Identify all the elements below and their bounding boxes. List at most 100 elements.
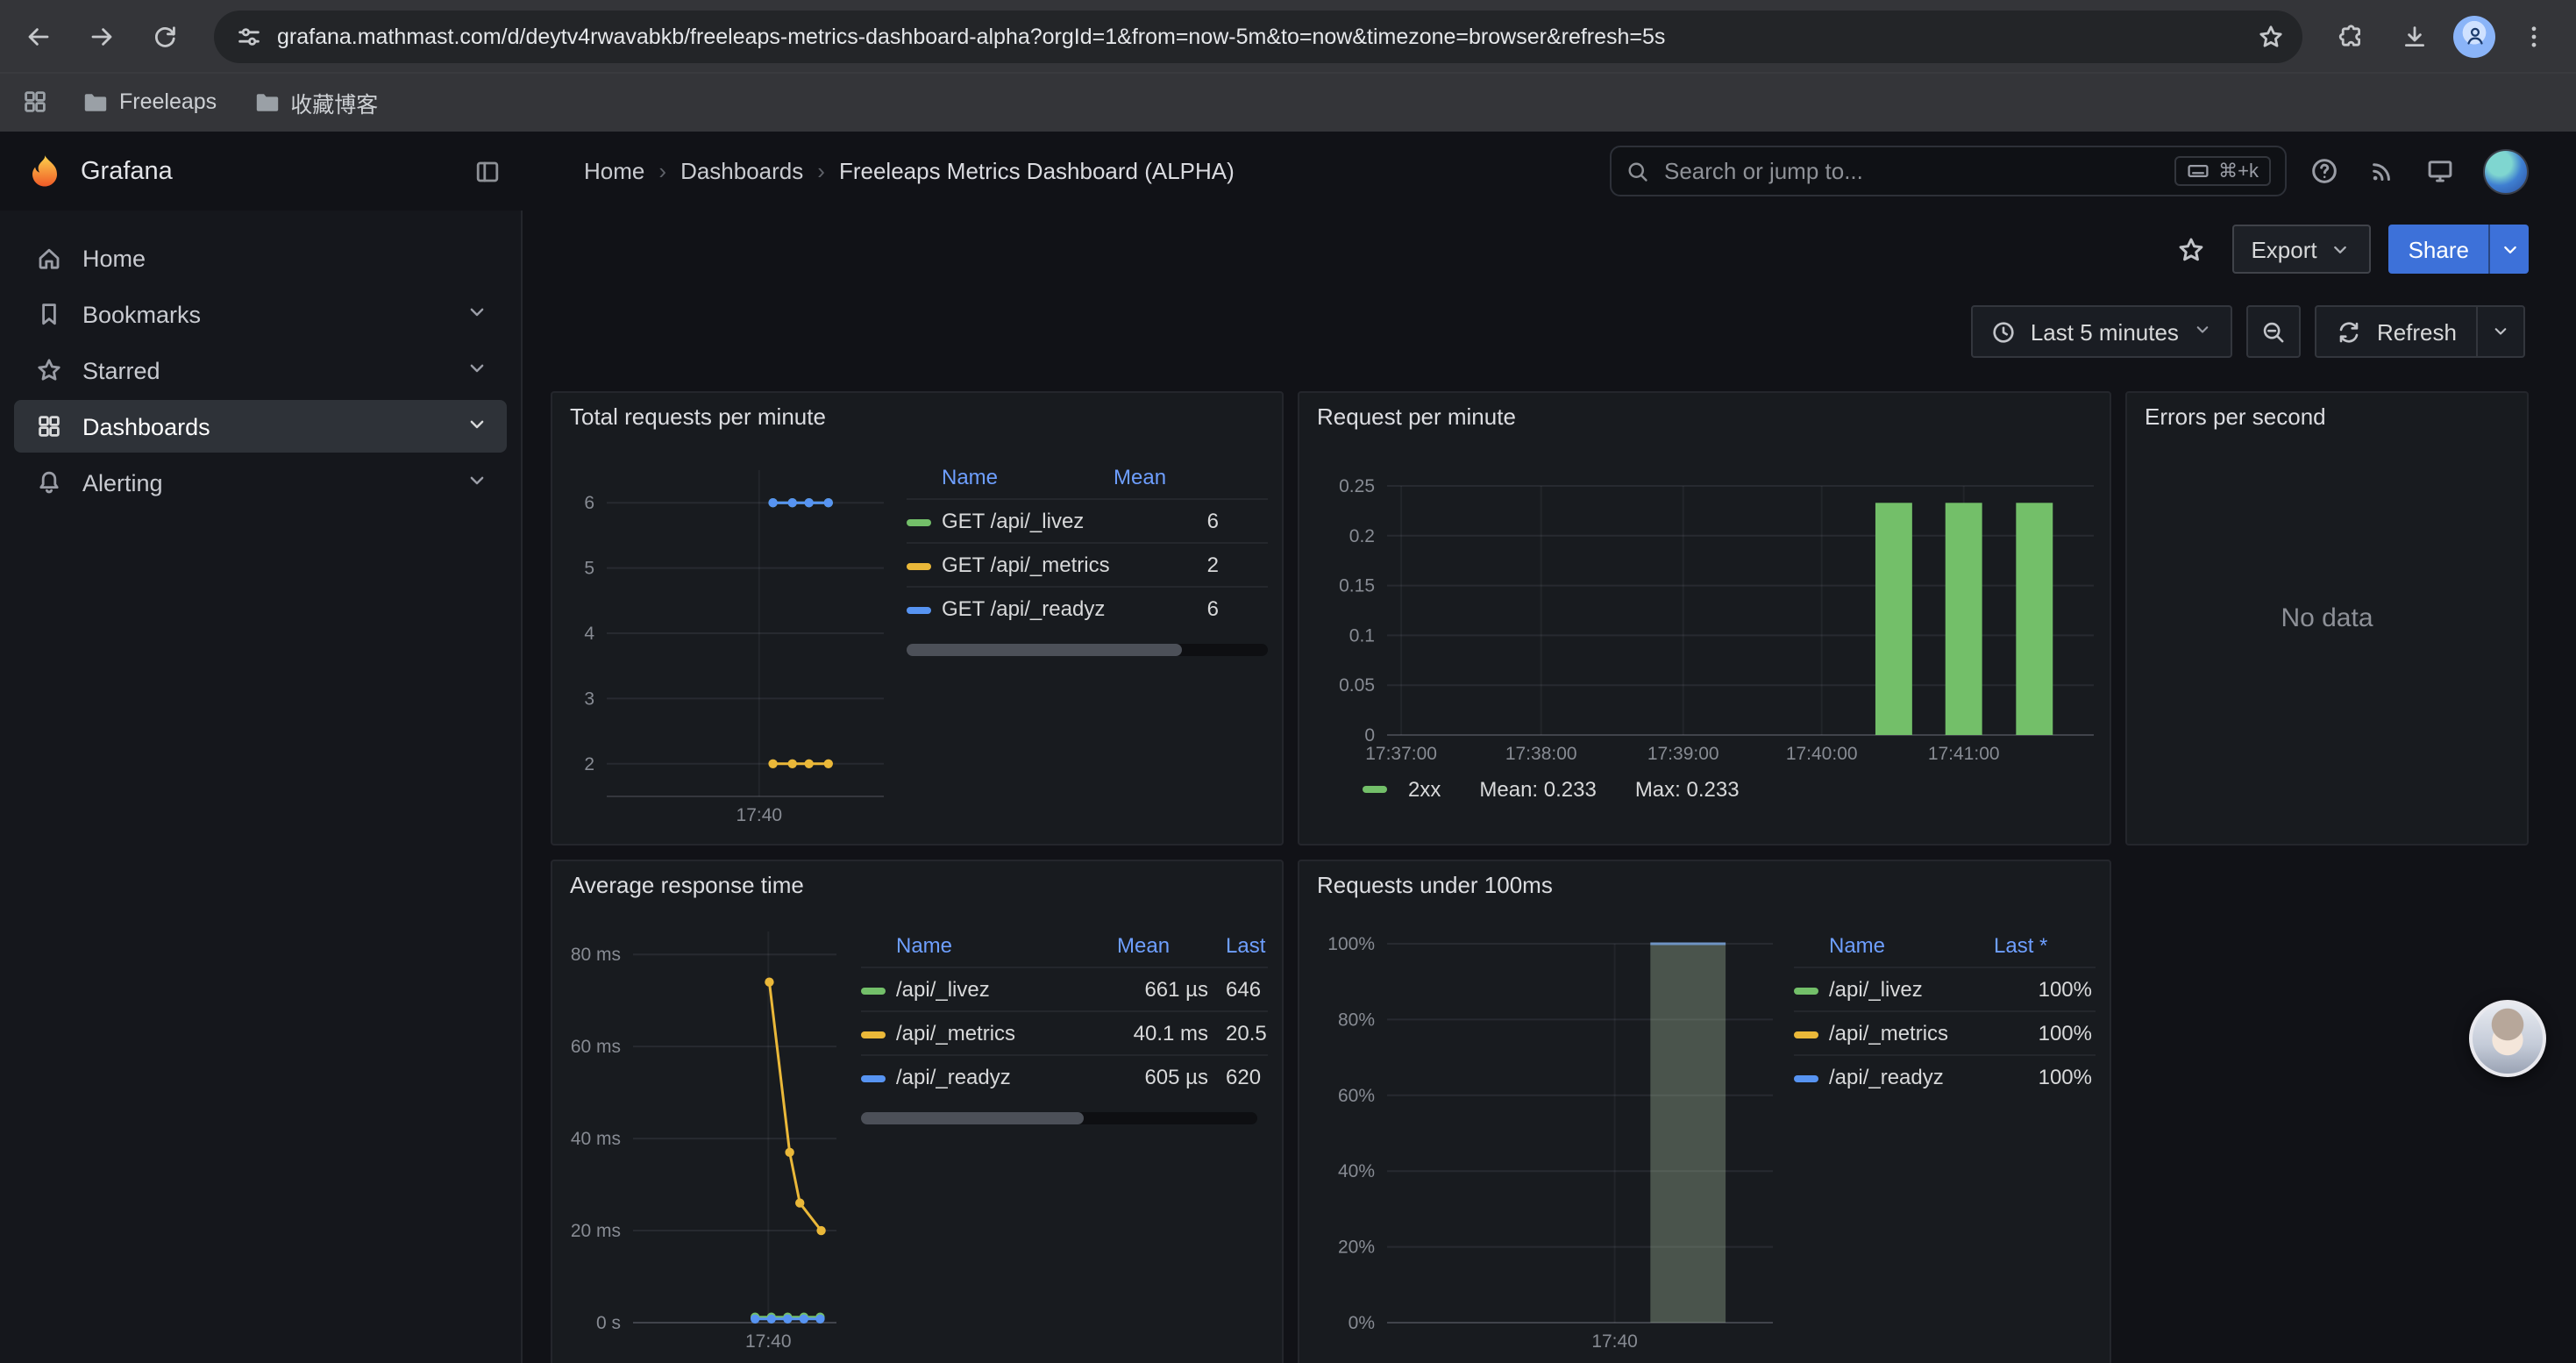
reload-button[interactable] (140, 11, 189, 61)
legend-item[interactable]: 2xx (1363, 777, 1441, 802)
sidebar-item-starred[interactable]: Starred (14, 344, 507, 396)
site-info-icon[interactable] (235, 22, 263, 50)
legend-scrollbar-thumb[interactable] (907, 644, 1181, 656)
panel-title[interactable]: Request per minute (1299, 393, 2110, 442)
legend-row[interactable]: /api/_readyz100% (1794, 1054, 2096, 1098)
sidebar-item-dashboards[interactable]: Dashboards (14, 400, 507, 453)
series-color-dash (861, 1075, 886, 1082)
legend-row[interactable]: /api/_metrics40.1 ms20.5 ms (861, 1010, 1268, 1054)
collapse-sidebar-icon[interactable] (473, 157, 502, 185)
help-icon[interactable] (2309, 156, 2339, 186)
browser-menu-button[interactable] (2509, 11, 2558, 61)
downloads-button[interactable] (2390, 11, 2439, 61)
keyboard-icon (2187, 160, 2210, 182)
sidebar-item-expand[interactable] (465, 467, 489, 497)
legend-column-header[interactable]: Last * (1208, 924, 1268, 967)
search-input[interactable]: Search or jump to... ⌘+k (1610, 146, 2287, 196)
share-button-main[interactable]: Share (2389, 225, 2488, 274)
monitor-icon[interactable] (2425, 156, 2455, 186)
panel-title[interactable]: Errors per second (2127, 393, 2527, 442)
time-series-chart[interactable]: 17:4065432 (566, 442, 893, 831)
breadcrumb-item[interactable]: Dashboards (680, 158, 803, 184)
legend-column-header[interactable]: Name (861, 924, 1117, 967)
panel-title[interactable]: Requests under 100ms (1299, 861, 2110, 910)
bar-chart[interactable]: 17:37:0017:38:0017:39:0017:40:0017:41:00… (1313, 442, 2103, 770)
refresh-button[interactable]: Refresh (2317, 307, 2476, 356)
series-color-dash (1363, 786, 1387, 793)
series-color-dash (1794, 1075, 1818, 1082)
star-icon (35, 356, 63, 384)
forward-arrow-icon (88, 22, 116, 50)
bookmark-label: Freeleaps (119, 89, 217, 114)
legend-row[interactable]: /api/_metrics100% (1794, 1010, 2096, 1054)
svg-text:5: 5 (584, 559, 594, 579)
svg-text:17:37:00: 17:37:00 (1365, 744, 1437, 764)
legend-row[interactable]: /api/_livez661 µs646 µs (861, 967, 1268, 1010)
assistant-avatar[interactable] (2469, 1000, 2546, 1077)
legend-row[interactable]: GET /api/_livez6 (907, 498, 1268, 542)
svg-text:20 ms: 20 ms (571, 1221, 621, 1241)
panel-title[interactable]: Average response time (552, 861, 1282, 910)
bar-chart[interactable]: 17:40100%80%60%40%20%0% (1313, 910, 1780, 1359)
breadcrumb-item[interactable]: Home (584, 158, 644, 184)
favorite-dashboard-button[interactable] (2168, 226, 2214, 272)
panel-title[interactable]: Total requests per minute (552, 393, 1282, 442)
bookmark-folder[interactable]: 收藏博客 (252, 85, 378, 118)
bookmarks-bar: Freeleaps 收藏博客 (0, 72, 2576, 132)
series-value: 100% (1994, 1012, 2096, 1054)
back-button[interactable] (14, 11, 63, 61)
dashboard-canvas: Total requests per minute 17:4065432 Nam… (523, 361, 2576, 1363)
time-series-chart[interactable]: 17:4080 ms60 ms40 ms20 ms0 s (566, 910, 847, 1363)
user-avatar[interactable] (2483, 148, 2529, 194)
series-value: 20.5 ms (1208, 1012, 1268, 1054)
person-icon (2463, 25, 2486, 47)
sidebar-item-bookmarks[interactable]: Bookmarks (14, 288, 507, 340)
sidebar-item-expand[interactable] (465, 299, 489, 329)
browser-profile-avatar[interactable] (2453, 15, 2495, 57)
sidebar-item-home[interactable]: Home (14, 232, 507, 284)
legend-scrollbar-thumb[interactable] (861, 1112, 1083, 1124)
svg-text:0.15: 0.15 (1339, 576, 1375, 596)
legend-scrollbar-track[interactable] (907, 644, 1268, 656)
legend-column-header[interactable]: Mean (1114, 456, 1268, 498)
legend-row[interactable]: /api/_livez100% (1794, 967, 2096, 1010)
time-range-picker[interactable]: Last 5 minutes (1971, 305, 2233, 358)
legend: 2xx Mean: 0.233 Max: 0.233 (1313, 777, 1740, 802)
series-value: 6 (1114, 588, 1268, 630)
legend-scrollbar-track[interactable] (861, 1112, 1257, 1124)
sidebar-item-expand[interactable] (465, 355, 489, 385)
url-bar[interactable]: grafana.mathmast.com/d/deytv4rwavabkb/fr… (214, 10, 2302, 62)
clock-icon (1990, 318, 2017, 345)
sidebar-item-alerting[interactable]: Alerting (14, 456, 507, 509)
rss-icon[interactable] (2367, 156, 2397, 186)
series-value: 40.1 ms (1117, 1012, 1208, 1054)
series-value: 100% (1994, 1056, 2096, 1098)
url-text[interactable]: grafana.mathmast.com/d/deytv4rwavabkb/fr… (277, 24, 2243, 48)
bookmark-folder[interactable]: Freeleaps (81, 85, 217, 118)
legend-column-header[interactable]: Name (1794, 924, 1994, 967)
series-color-dash (861, 988, 886, 995)
legend-row[interactable]: /api/_readyz605 µs620 µs (861, 1054, 1268, 1098)
zoom-out-time-button[interactable] (2247, 305, 2302, 358)
legend-row[interactable]: GET /api/_metrics2 (907, 542, 1268, 586)
svg-text:60%: 60% (1338, 1086, 1375, 1106)
legend-table: NameLast */api/_livez100%/api/_metrics10… (1794, 924, 2096, 1098)
grafana-logo-icon[interactable] (26, 153, 63, 189)
forward-button[interactable] (77, 11, 126, 61)
legend-table: NameMeanLast */api/_livez661 µs646 µs/ap… (861, 924, 1268, 1098)
refresh-interval-dropdown[interactable] (2476, 307, 2523, 356)
legend-column-header[interactable]: Mean (1117, 924, 1208, 967)
sidebar-item-expand[interactable] (465, 411, 489, 441)
extensions-button[interactable] (2327, 11, 2376, 61)
export-button[interactable]: Export (2231, 225, 2371, 274)
share-button-dropdown[interactable] (2488, 225, 2529, 274)
legend-row[interactable]: GET /api/_readyz6 (907, 586, 1268, 630)
panel-average-response-time: Average response time 17:4080 ms60 ms40 … (551, 860, 1284, 1363)
refresh-icon (2337, 318, 2363, 345)
legend-column-header[interactable]: Name (907, 456, 1114, 498)
bookmark-star-icon[interactable] (2257, 22, 2285, 50)
legend-column-header[interactable]: Last * (1994, 924, 2096, 967)
svg-text:100%: 100% (1327, 934, 1375, 954)
apps-grid-icon[interactable] (21, 88, 49, 116)
grafana-header-icons (2287, 148, 2576, 194)
